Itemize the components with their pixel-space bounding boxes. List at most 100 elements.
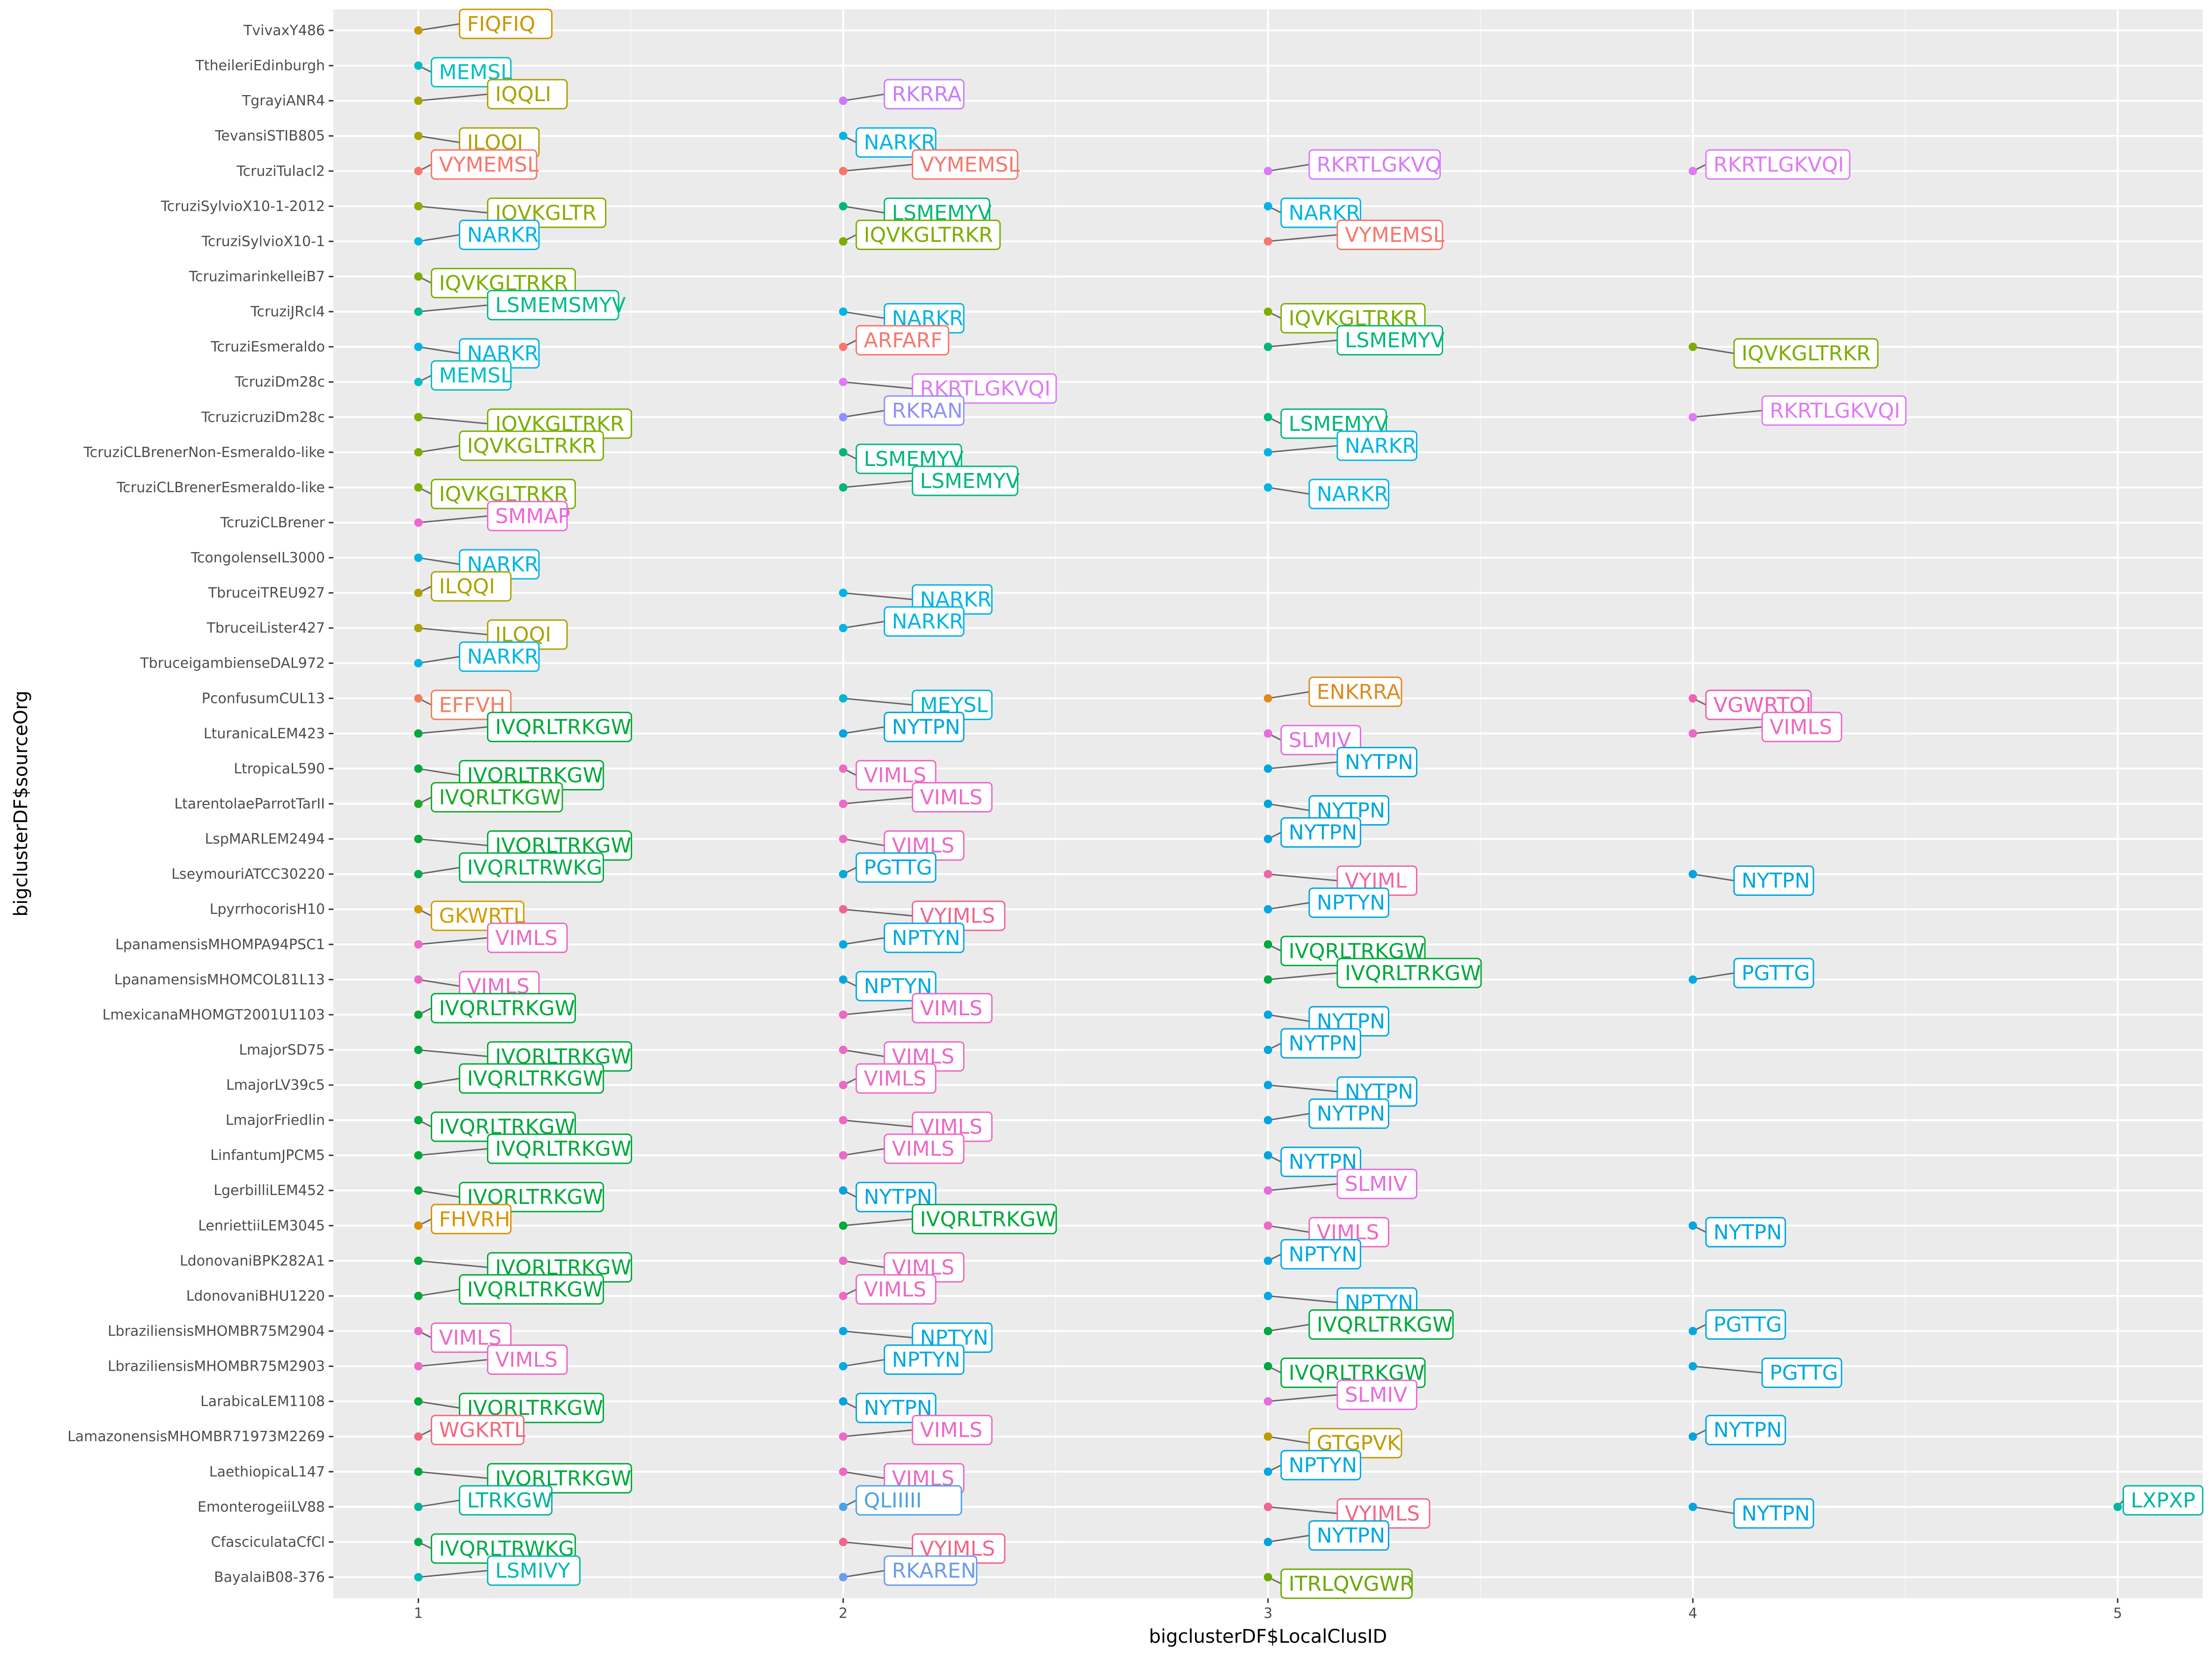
data-point bbox=[1264, 1432, 1272, 1441]
data-point bbox=[839, 799, 848, 808]
point-label: VIMLS bbox=[884, 1133, 965, 1164]
data-point bbox=[414, 1010, 423, 1019]
data-point bbox=[414, 1467, 423, 1476]
label-text: IVQRLTRWKG bbox=[467, 856, 602, 880]
data-point bbox=[839, 237, 848, 246]
data-point bbox=[2113, 1502, 2122, 1511]
y-tick-label: LtarentolaeParrotTarII bbox=[174, 796, 325, 812]
point-label: WGKRTL bbox=[430, 1415, 526, 1446]
data-point bbox=[839, 1572, 848, 1581]
point-label: VYMEMSL bbox=[912, 149, 1020, 180]
y-tick-label: LmajorFriedlin bbox=[226, 1112, 325, 1129]
point-label: VYMEMSL bbox=[1336, 219, 1445, 250]
point-label: QLIIIII bbox=[855, 1485, 962, 1516]
data-point bbox=[414, 1327, 423, 1336]
data-point bbox=[414, 554, 423, 562]
y-tick-label: LmexicanaMHOMGT2001U1103 bbox=[103, 1007, 325, 1023]
point-label: NYTPN bbox=[1280, 1028, 1361, 1059]
data-point bbox=[1264, 1151, 1272, 1160]
data-point bbox=[414, 870, 423, 878]
data-point bbox=[839, 940, 848, 949]
data-point bbox=[414, 202, 423, 211]
data-point bbox=[414, 483, 423, 492]
label-text: RKAREN bbox=[892, 1559, 976, 1583]
label-text: IVQRLTRKGW bbox=[467, 1067, 603, 1091]
data-point bbox=[414, 132, 423, 140]
data-point bbox=[414, 237, 423, 246]
y-tick-label: EmonterogeiiLV88 bbox=[198, 1499, 325, 1515]
label-text: NARKR bbox=[1317, 482, 1388, 506]
data-point bbox=[839, 342, 848, 351]
y-tick-label: BayalaiB08-376 bbox=[214, 1569, 325, 1586]
label-text: NPTYN bbox=[1317, 891, 1385, 915]
data-point bbox=[414, 729, 423, 738]
data-point bbox=[1264, 1327, 1272, 1336]
label-text: SLMIV bbox=[1345, 1383, 1407, 1407]
y-tick-label: LturanicaLEM423 bbox=[204, 725, 325, 742]
point-label: VIMLS bbox=[855, 1274, 936, 1305]
point-label: NARKR bbox=[458, 641, 540, 672]
data-point bbox=[1688, 167, 1697, 176]
label-text: QLIIIII bbox=[864, 1489, 922, 1513]
label-text: LSMEMYV bbox=[920, 469, 1020, 493]
data-point bbox=[1264, 975, 1272, 984]
label-text: NYTPN bbox=[1317, 1102, 1385, 1126]
y-tick-label: LinfantumJPCM5 bbox=[210, 1147, 325, 1164]
data-point bbox=[1688, 1327, 1697, 1336]
data-point bbox=[414, 834, 423, 843]
point-label: NARKR bbox=[1336, 430, 1417, 461]
data-point bbox=[839, 1081, 848, 1090]
y-tick-label: CfasciculataCfCl bbox=[211, 1534, 325, 1550]
y-tick-label: TcruziSylvioX10-1-2012 bbox=[160, 198, 325, 214]
data-point bbox=[414, 1502, 423, 1511]
point-label: IQVKGLTRKR bbox=[855, 219, 1001, 250]
data-point bbox=[839, 202, 848, 211]
data-point bbox=[839, 96, 848, 105]
point-label: RKRTLGKVQI bbox=[1761, 395, 1907, 426]
data-point bbox=[1688, 729, 1697, 738]
point-label: RKRRA bbox=[884, 79, 965, 110]
data-point bbox=[839, 483, 848, 492]
data-point bbox=[1264, 1081, 1272, 1090]
y-tick-label: TvivaxY486 bbox=[243, 22, 325, 39]
data-point bbox=[1264, 1397, 1272, 1406]
data-point bbox=[839, 870, 848, 878]
data-point bbox=[414, 624, 423, 633]
point-label: NYTPN bbox=[884, 711, 965, 742]
data-point bbox=[1264, 202, 1272, 211]
label-text: VIMLS bbox=[1770, 715, 1832, 739]
data-point bbox=[414, 1537, 423, 1546]
label-text: PGTTG bbox=[1770, 1361, 1838, 1385]
data-point bbox=[414, 1151, 423, 1160]
y-tick-label: TcruzicruziDm28c bbox=[201, 409, 325, 426]
y-tick-label: LdonovaniBPK282A1 bbox=[180, 1253, 325, 1269]
data-point bbox=[414, 1397, 423, 1406]
x-axis-title: bigclusterDF$LocalClusID bbox=[1149, 1626, 1387, 1647]
y-tick-label: LbraziliensisMHOMBR75M2903 bbox=[108, 1358, 325, 1375]
y-axis-title: bigclusterDF$sourceOrg bbox=[10, 691, 32, 917]
label-text: PGTTG bbox=[1741, 961, 1810, 985]
label-text: IQVKGLTRKR bbox=[1741, 342, 1871, 366]
label-text: NYTPN bbox=[892, 715, 960, 739]
data-point bbox=[1264, 1362, 1272, 1371]
data-point bbox=[1264, 764, 1272, 773]
point-label: VIMLS bbox=[1761, 711, 1843, 742]
data-point bbox=[1264, 1186, 1272, 1195]
data-point bbox=[1264, 307, 1272, 316]
data-point bbox=[414, 307, 423, 316]
point-label: VIMLS bbox=[912, 1415, 993, 1446]
y-tick-label: TcongolenseIL3000 bbox=[191, 550, 325, 566]
data-point bbox=[839, 377, 848, 386]
label-text: IVQRLTRKGW bbox=[1317, 1313, 1453, 1336]
point-label: SLMIV bbox=[1336, 1168, 1417, 1199]
point-label: RKRTLGKVQI bbox=[1705, 149, 1851, 180]
label-text: IQVKGLTRKR bbox=[864, 223, 993, 247]
point-label: NYTPN bbox=[1733, 865, 1814, 896]
point-label: PGTTG bbox=[1733, 958, 1814, 989]
data-point bbox=[1688, 413, 1697, 421]
point-label: PGTTG bbox=[1761, 1358, 1843, 1388]
point-label: ITRLQVGWR bbox=[1280, 1568, 1414, 1599]
data-point bbox=[839, 1362, 848, 1371]
point-label: FHVRH bbox=[430, 1203, 512, 1234]
point-label: IQQLI bbox=[487, 79, 568, 110]
